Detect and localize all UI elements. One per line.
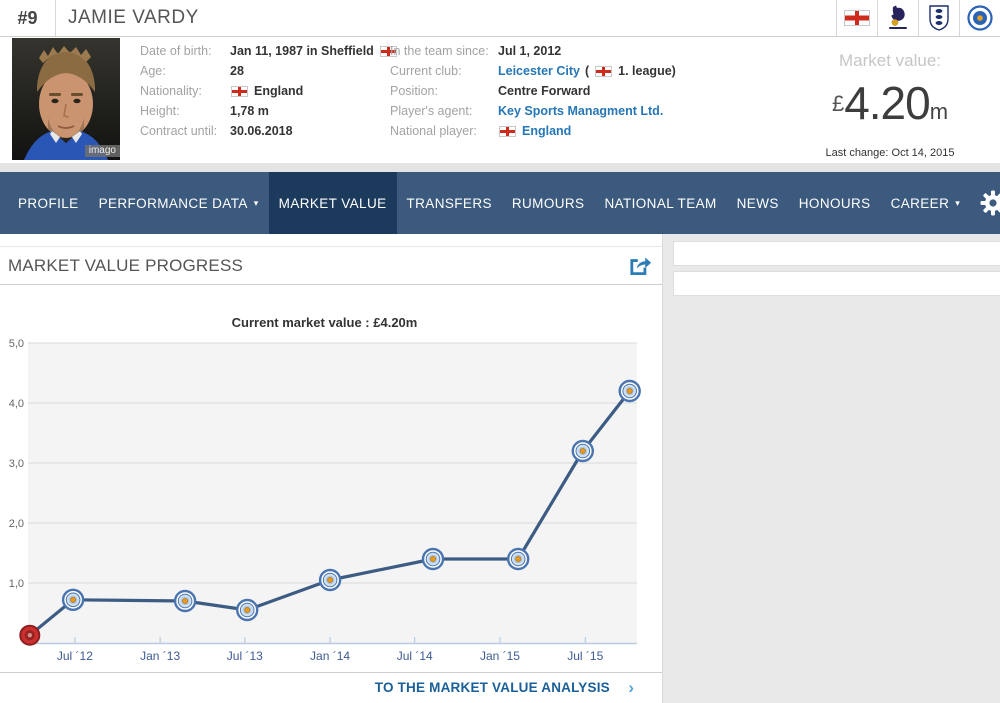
player-profile-page: #9 JAMIE VARDY imago Date of birth: Jan … (0, 0, 1000, 703)
market-value-box: Market value: £4.20m Last change: Oct 14… (780, 37, 1000, 163)
tab-news[interactable]: NEWS (727, 172, 789, 234)
sidebar-placeholder-bar (673, 241, 1000, 266)
market-value-amount: £4.20m (831, 77, 949, 129)
current-club-link[interactable]: Leicester City (498, 64, 580, 78)
section-title: MARKET VALUE PROGRESS (8, 256, 244, 275)
fact-age: Age: 28 (140, 64, 244, 78)
section-header: MARKET VALUE PROGRESS (0, 246, 662, 285)
divider-strip (0, 163, 1000, 172)
data-point-leicester-city[interactable] (507, 547, 530, 571)
y-axis-tick-label: 5,0 (9, 338, 24, 350)
tab-profile[interactable]: PROFILE (8, 172, 89, 234)
chevron-down-icon: ▾ (955, 197, 961, 208)
market-value-chart: Current market value : £4.20m 5,0 4,0 3,0 2,… (0, 296, 662, 672)
england-flag-icon (499, 125, 516, 137)
facts-right-column: In the team since: Jul 1, 2012 Current c… (390, 41, 676, 141)
fact-national-player: National player: England (390, 124, 572, 138)
england-flag-icon (595, 65, 613, 77)
data-point-fleetwood-town[interactable] (19, 624, 41, 646)
england-flag-icon[interactable] (836, 0, 877, 36)
chevron-down-icon: ▾ (253, 197, 259, 208)
top-header: #9 JAMIE VARDY (0, 0, 1000, 37)
chevron-right-icon: › (628, 678, 634, 697)
data-point-leicester-city[interactable] (61, 588, 85, 611)
fa-three-lions-logo-icon[interactable] (918, 0, 959, 36)
shirt-number: #9 (0, 0, 56, 36)
market-value-label: Market value: (838, 51, 942, 70)
data-point-leicester-city[interactable] (421, 547, 445, 571)
x-axis-tick-label: Jul ´13 (227, 649, 263, 663)
player-info-section: imago Date of birth: Jan 11, 1987 in She… (0, 37, 1000, 163)
fact-height: Height: 1,78 m (140, 104, 269, 118)
y-axis-tick-label: 4,0 (9, 398, 24, 410)
y-axis-tick-label: 3,0 (9, 458, 24, 470)
fact-in-team-since: In the team since: Jul 1, 2012 (390, 44, 562, 58)
fact-position: Position: Centre Forward (390, 84, 591, 98)
market-value-last-change: Last change: Oct 14, 2015 (825, 147, 955, 159)
facts-left-column: Date of birth: Jan 11, 1987 in Sheffield… (140, 41, 398, 141)
x-axis-tick-label: Jan ´15 (480, 649, 520, 663)
imago-watermark: imago (84, 145, 120, 157)
fact-date-of-birth: Date of birth: Jan 11, 1987 in Sheffield (140, 41, 398, 61)
gear-icon (980, 190, 1000, 216)
player-photo: imago (12, 38, 120, 160)
chart-title: Current market value : £4.20m (232, 315, 418, 330)
chart-footer: TO THE MARKET VALUE ANALYSIS › (0, 672, 662, 703)
players-agent-link[interactable]: Key Sports Managment Ltd. (498, 104, 663, 118)
fact-contract-until: Contract until: 30.06.2018 (140, 124, 293, 138)
x-axis-tick-label: Jan ´14 (310, 649, 350, 663)
national-player-link[interactable]: England (522, 124, 571, 138)
premier-league-logo-icon[interactable] (877, 0, 918, 36)
player-portrait-image (12, 38, 120, 160)
y-axis-tick-label: 1,0 (9, 578, 24, 590)
x-axis-tick-label: Jul ´12 (57, 649, 93, 663)
share-icon (630, 257, 652, 276)
tab-performance-data[interactable]: PERFORMANCE DATA ▾ (89, 172, 269, 234)
data-point-leicester-city[interactable] (618, 379, 641, 403)
data-point-leicester-city[interactable] (173, 589, 197, 613)
x-axis-tick-label: Jan ´13 (140, 649, 180, 663)
tab-honours[interactable]: HONOURS (789, 172, 881, 234)
fact-current-club: Current club: Leicester City ( 1. league… (390, 64, 676, 78)
fact-players-agent: Player's agent: Key Sports Managment Ltd… (390, 104, 664, 118)
x-axis-tick-label: Jul ´14 (397, 649, 433, 663)
tab-national-team[interactable]: NATIONAL TEAM (594, 172, 726, 234)
fact-nationality: Nationality: England (140, 84, 304, 98)
leicester-city-badge-icon[interactable] (959, 0, 1000, 36)
data-point-leicester-city[interactable] (235, 598, 259, 622)
tab-career[interactable]: CAREER ▾ (881, 172, 971, 234)
page-title-player-name: JAMIE VARDY (68, 7, 199, 28)
share-button[interactable] (628, 255, 652, 277)
tab-rumours[interactable]: RUMOURS (502, 172, 595, 234)
tab-market-value[interactable]: MARKET VALUE (268, 172, 397, 234)
data-point-leicester-city[interactable] (571, 439, 594, 463)
market-value-progress-panel: MARKET VALUE PROGRESS Current market val… (0, 234, 663, 703)
plot-area (28, 343, 637, 643)
main-nav: PROFILE PERFORMANCE DATA ▾ MARKET VALUE T… (0, 172, 1000, 234)
right-sidebar (663, 234, 1000, 703)
tab-transfers[interactable]: TRANSFERS (397, 172, 502, 234)
y-axis-tick-label: 2,0 (9, 518, 24, 530)
header-badges (836, 0, 1000, 36)
data-point-leicester-city[interactable] (318, 568, 342, 592)
england-flag-icon (231, 85, 248, 97)
x-axis-tick-label: Jul ´15 (567, 649, 603, 663)
sidebar-placeholder-bar (673, 271, 1000, 296)
market-value-analysis-link[interactable]: TO THE MARKET VALUE ANALYSIS (375, 680, 610, 695)
settings-menu-button[interactable]: ▾ (970, 172, 1000, 234)
